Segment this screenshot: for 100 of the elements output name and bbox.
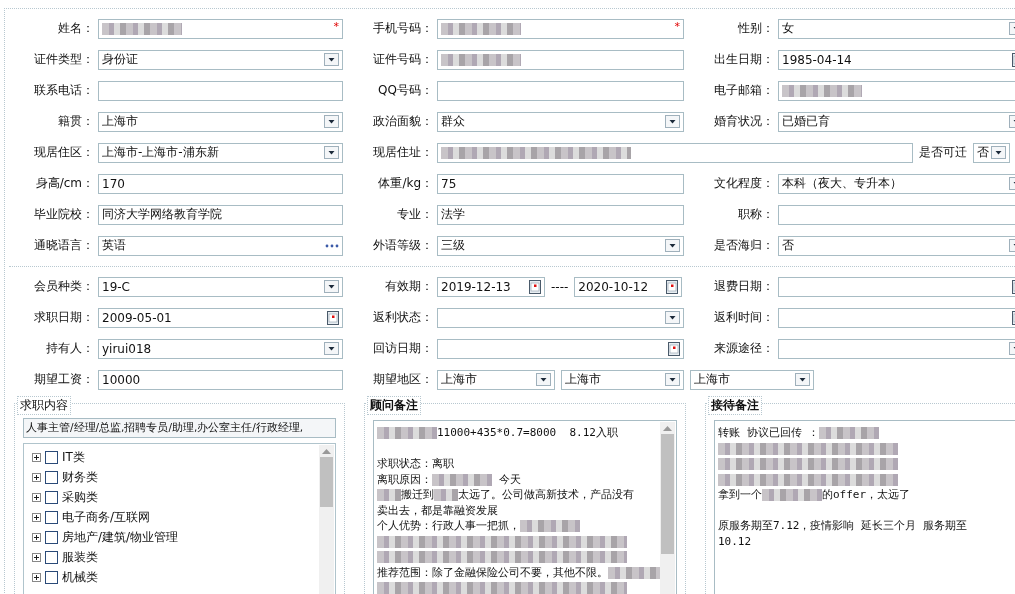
checkbox[interactable] — [45, 550, 58, 564]
tree-item[interactable]: 房地产/建筑/物业管理 — [62, 528, 179, 546]
note-text: 搬迁到 — [401, 488, 434, 502]
field-label: 身高/cm： — [35, 175, 95, 192]
calendar-icon[interactable] — [668, 341, 680, 356]
checkbox[interactable] — [45, 570, 58, 584]
field-label: 来源途径： — [714, 340, 775, 357]
dropdown[interactable]: yirui018 — [98, 338, 343, 359]
tree-item[interactable]: 电子商务/互联网 — [62, 508, 151, 526]
lookup-field[interactable]: 英语 — [98, 235, 343, 256]
required-mark: * — [674, 19, 680, 33]
note-text: 转账 协议已回传 ： — [718, 426, 820, 440]
calendar-icon[interactable] — [327, 310, 339, 325]
note-text: 个人优势：行政人事一把抓， — [377, 519, 520, 533]
field-label: 手机号码： — [373, 20, 434, 37]
tree-item[interactable]: 采购类 — [62, 488, 98, 506]
tree-item[interactable]: IT类 — [62, 448, 85, 466]
field-label: 通晓语言： — [34, 237, 95, 254]
scrollbar[interactable] — [319, 445, 334, 594]
text-field[interactable] — [437, 142, 913, 163]
plus-icon[interactable] — [32, 492, 41, 502]
field-label: 毕业院校： — [34, 206, 95, 223]
field-label: 性别： — [738, 20, 775, 37]
field-label: 电子邮箱： — [714, 82, 775, 99]
note-text: 的offer，太远了 — [822, 488, 911, 502]
checkbox[interactable] — [45, 470, 58, 484]
plus-icon[interactable] — [32, 472, 41, 482]
plus-icon[interactable] — [32, 532, 41, 542]
text-field[interactable]: 10000 — [98, 369, 343, 390]
note-text: 拿到一个 — [718, 488, 762, 502]
dropdown[interactable]: 上海市 — [98, 111, 343, 132]
plus-icon[interactable] — [32, 552, 41, 562]
text-field[interactable] — [437, 80, 684, 101]
text-field[interactable]: 75 — [437, 173, 684, 194]
text-field[interactable]: 同济大学网络教育学院 — [98, 204, 343, 225]
notes-textarea[interactable]: 转账 协议已回传 ： 拿到一个 的offer，太远了 原服务期至7.12，疫情影响 延长三个月 服务期至 10.12 — [714, 420, 1015, 594]
plus-icon[interactable] — [32, 512, 41, 522]
field-label: 政治面貌： — [373, 113, 434, 130]
checkbox[interactable] — [45, 510, 58, 524]
dropdown[interactable]: 三级 — [437, 235, 684, 256]
text-field[interactable] — [437, 49, 684, 70]
dropdown[interactable]: 女 — [778, 18, 1015, 39]
field-label: 返利时间： — [714, 309, 775, 326]
dropdown[interactable]: 已婚已育 — [778, 111, 1015, 132]
blurred-text — [432, 473, 492, 486]
blurred-text — [762, 489, 822, 501]
dropdown[interactable]: 身份证 — [98, 49, 343, 70]
dropdown[interactable]: 否 — [778, 235, 1015, 256]
dropdown[interactable]: 上海市 — [690, 369, 814, 390]
field-label: 籍贯： — [58, 113, 95, 130]
blurred-text — [520, 520, 580, 532]
checkbox[interactable] — [45, 530, 58, 544]
tree-item[interactable]: 财务类 — [62, 468, 98, 486]
text-field[interactable]: * — [98, 18, 343, 39]
date-field[interactable] — [778, 276, 1015, 297]
field-label: 持有人： — [46, 340, 95, 357]
field-label: 姓名： — [58, 20, 95, 37]
text-field[interactable] — [98, 80, 343, 101]
note-text: 推荐范围：除了金融保险公司不要，其他不限。 — [377, 565, 608, 579]
calendar-icon[interactable] — [529, 279, 541, 294]
field-label: 外语等级： — [373, 237, 434, 254]
dropdown[interactable]: 上海市 — [437, 369, 555, 390]
note-text: 11000+435*0.7=8000 8.12入职 — [437, 426, 618, 440]
plus-icon[interactable] — [32, 572, 41, 582]
date-field[interactable]: 2020-10-12 — [574, 276, 683, 297]
field-label: 证件类型： — [34, 51, 95, 68]
dropdown[interactable]: 上海市 — [561, 369, 684, 390]
text-field[interactable]: 人事主管/经理/总监,招聘专员/助理,办公室主任/行政经理, — [23, 418, 336, 438]
notes-textarea[interactable]: 11000+435*0.7=8000 8.12入职 求职状态：离职 离职原因： 今天 搬迁到 太远了。公司做高新技术，产品没有 卖出去，都是靠融资发展 个人优势：行政人事一把抓， 推荐范围：除了金融保险公司不要，其他不限。 — [373, 420, 677, 594]
tree-item[interactable]: 机械类 — [62, 568, 98, 586]
dropdown[interactable]: 群众 — [437, 111, 684, 132]
field-label: 职称： — [738, 206, 775, 223]
text-field[interactable] — [778, 204, 1015, 225]
calendar-icon[interactable] — [666, 279, 679, 294]
checkbox[interactable] — [45, 450, 58, 464]
date-field[interactable] — [778, 307, 1015, 328]
date-field[interactable]: 2009-05-01 — [98, 307, 343, 328]
tree-item[interactable]: 服装类 — [62, 548, 98, 566]
field-label: 联系电话： — [34, 82, 95, 99]
ellipsis-icon[interactable] — [325, 243, 339, 248]
scrollbar[interactable] — [660, 422, 675, 594]
text-field[interactable] — [778, 80, 1015, 101]
text-field[interactable]: 法学 — [437, 204, 684, 225]
note-text: 离职原因： — [377, 472, 432, 486]
text-field[interactable]: * — [437, 18, 684, 39]
date-field[interactable]: 2019-12-13 — [437, 276, 545, 297]
field-label: 会员种类： — [34, 278, 95, 295]
dropdown[interactable]: 本科（夜大、专升本） — [778, 173, 1015, 194]
field-label: ---- — [551, 279, 569, 294]
text-field[interactable]: 170 — [98, 173, 343, 194]
dropdown[interactable]: 上海市-上海市-浦东新 — [98, 142, 343, 163]
panel-title: 接待备注 — [708, 396, 762, 415]
date-field[interactable] — [437, 338, 684, 359]
plus-icon[interactable] — [32, 452, 41, 462]
note-text: 太远了。公司做高新技术，产品没有 — [458, 488, 634, 502]
field-label: 求职日期： — [34, 309, 95, 326]
dropdown[interactable]: 否 — [973, 142, 1010, 163]
date-field[interactable]: 1985-04-14 — [778, 49, 1015, 70]
dropdown[interactable]: 19-C — [98, 276, 343, 297]
checkbox[interactable] — [45, 490, 58, 504]
